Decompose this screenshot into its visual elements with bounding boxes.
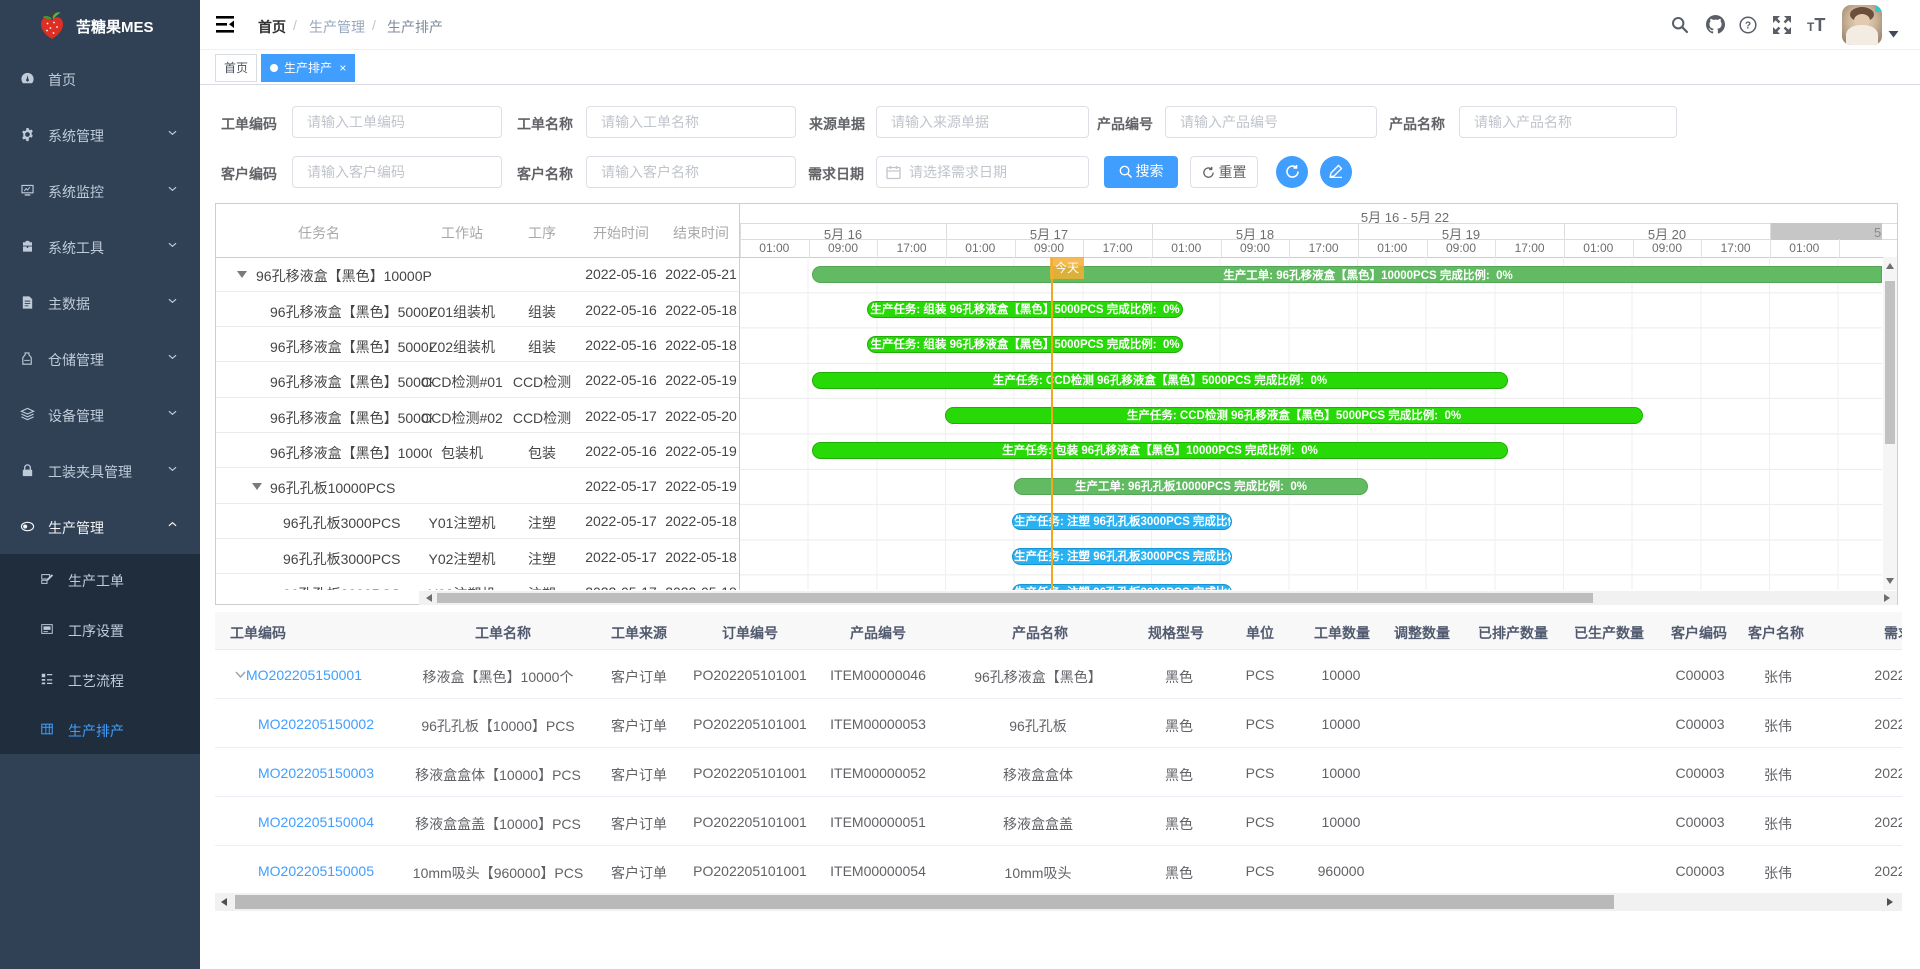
svg-text:?: ? — [1745, 21, 1751, 32]
